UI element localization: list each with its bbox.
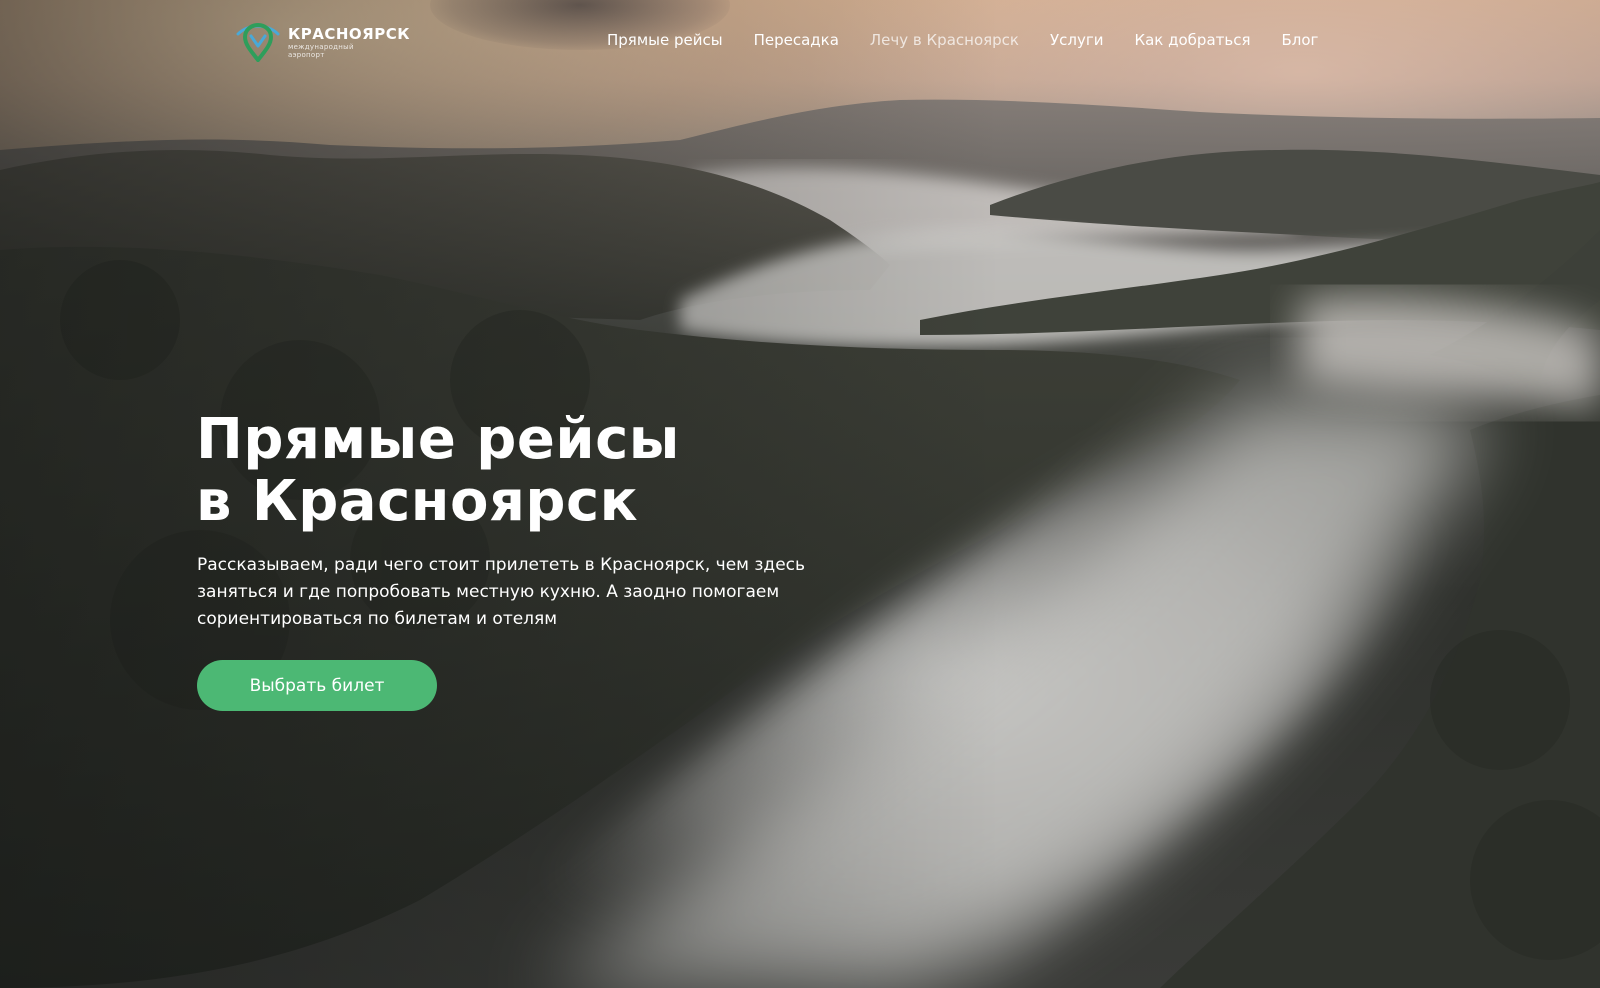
logo-title: КРАСНОЯРСК — [288, 24, 410, 43]
map-pin-logo-icon — [236, 22, 280, 62]
nav-item-direct-flights[interactable]: Прямые рейсы — [607, 29, 723, 51]
choose-ticket-button[interactable]: Выбрать билет — [197, 660, 437, 711]
hero-description-line-2: заняться и где попробовать местную кухню… — [197, 582, 780, 602]
hero-description: Рассказываем, ради чего стоит прилететь … — [197, 552, 897, 633]
nav-item-transfer[interactable]: Пересадка — [754, 29, 839, 51]
logo-subtitle-line-1: международный — [288, 42, 354, 51]
logo-subtitle-line-2: аэропорт — [288, 50, 325, 59]
hero-description-line-3: сориентироваться по билетам и отелям — [197, 609, 558, 629]
hero-section: КРАСНОЯРСК международный аэропорт Прямые… — [0, 0, 1600, 988]
hero-description-line-1: Рассказываем, ради чего стоит прилететь … — [197, 555, 806, 575]
site-logo[interactable]: КРАСНОЯРСК международный аэропорт — [236, 22, 410, 62]
logo-wordmark: КРАСНОЯРСК международный аэропорт — [288, 24, 410, 59]
hero-title-line-2: в Красноярск — [196, 469, 639, 534]
nav-item-services[interactable]: Услуги — [1050, 29, 1103, 51]
nav-item-how-to-get[interactable]: Как добраться — [1134, 29, 1250, 51]
main-navigation: Прямые рейсы Пересадка Лечу в Красноярск… — [607, 29, 1318, 51]
hero-title: Прямые рейсы в Красноярск — [196, 409, 680, 533]
nav-item-blog[interactable]: Блог — [1282, 29, 1319, 51]
hero-title-line-1: Прямые рейсы — [196, 407, 680, 472]
nav-item-flying-to-krasnoyarsk[interactable]: Лечу в Красноярск — [870, 29, 1019, 51]
